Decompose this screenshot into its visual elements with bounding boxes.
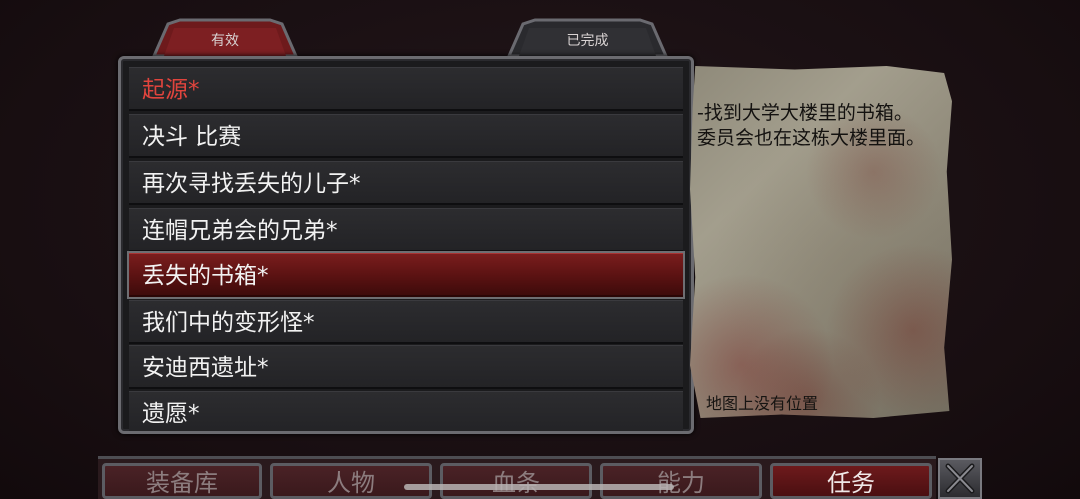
tab-active-label: 有效 (211, 33, 239, 49)
nav-quests-button[interactable]: 任务 (770, 463, 932, 499)
quest-item[interactable]: 安迪西遗址* (129, 345, 683, 389)
quest-item-selected[interactable]: 丢失的书箱* (129, 253, 683, 297)
map-location-status: 地图上没有位置 (706, 394, 819, 413)
tab-completed-label: 已完成 (566, 33, 609, 49)
quest-item[interactable]: 我们中的变形怪* (129, 300, 683, 344)
nav-character-button[interactable]: 人物 (270, 463, 432, 499)
tab-active[interactable]: 有效 (150, 18, 300, 56)
quest-item[interactable]: 起源* (129, 67, 683, 111)
close-button[interactable] (938, 458, 982, 499)
quest-item[interactable]: 连帽兄弟会的兄弟* (129, 208, 683, 252)
quest-list[interactable]: 起源* 决斗 比赛 再次寻找丢失的儿子* 连帽兄弟会的兄弟* 丢失的书箱* 我们… (118, 56, 694, 434)
tab-completed[interactable]: 已完成 (505, 18, 670, 56)
quest-item[interactable]: 遗愿* (129, 391, 683, 431)
bottom-nav-bar: 装备库 人物 血条 能力 任务 (98, 456, 936, 499)
game-quest-screen: 有效 已完成 起源* 决斗 比赛 再次寻找丢失的儿子* 连帽兄弟会的兄弟* 丢失… (0, 0, 1080, 499)
nav-blood-button[interactable]: 血条 (440, 463, 592, 499)
nav-inventory-button[interactable]: 装备库 (102, 463, 262, 499)
close-x-icon (945, 463, 975, 494)
quest-item[interactable]: 决斗 比赛 (129, 114, 683, 158)
quest-item[interactable]: 再次寻找丢失的儿子* (129, 161, 683, 205)
quest-description-text: -找到大学大楼里的书箱。 委员会也在这栋大楼里面。 (697, 102, 926, 149)
nav-abilities-button[interactable]: 能力 (600, 463, 762, 499)
gesture-scroll-handle[interactable] (404, 484, 674, 490)
